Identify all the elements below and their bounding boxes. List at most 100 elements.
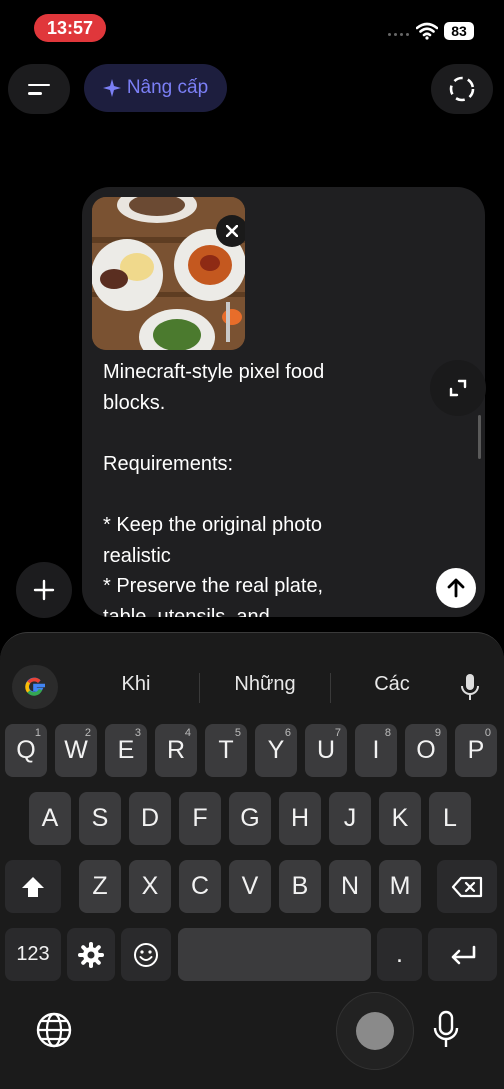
key-r[interactable]: R4 <box>155 724 197 777</box>
key-label: P <box>467 736 485 764</box>
key-label: U <box>316 736 336 764</box>
key-hint: 5 <box>234 727 241 739</box>
key-n[interactable]: N <box>329 860 371 913</box>
google-icon <box>25 677 45 696</box>
mic-icon[interactable] <box>458 673 482 703</box>
return-icon <box>451 945 475 964</box>
key-label: M <box>389 872 411 900</box>
shift-icon <box>22 876 44 897</box>
suggestion-1[interactable]: Khi <box>76 673 196 696</box>
key-t[interactable]: T5 <box>205 724 247 777</box>
key-p[interactable]: P0 <box>455 724 497 777</box>
sparkle-icon <box>102 79 121 97</box>
key-label: V <box>241 872 259 900</box>
key-l[interactable]: L <box>429 792 471 845</box>
key-label: H <box>290 804 310 832</box>
suggestion-divider <box>330 673 331 703</box>
cellular-dots <box>388 33 409 36</box>
composer-card[interactable]: Minecraft-style pixel food blocks. Requi… <box>82 187 485 617</box>
key-label: L <box>443 804 457 832</box>
key-label: F <box>192 804 208 832</box>
backspace-key[interactable] <box>437 860 497 913</box>
space-key[interactable] <box>178 928 371 981</box>
expand-composer-button[interactable] <box>430 360 486 416</box>
emoji-key[interactable] <box>121 928 171 981</box>
key-label: Q <box>16 736 36 764</box>
suggestion-bar: Khi Những Các <box>0 633 504 719</box>
key-i[interactable]: I8 <box>355 724 397 777</box>
settings-key[interactable] <box>67 928 115 981</box>
key-label: J <box>343 804 357 832</box>
shift-key[interactable] <box>5 860 61 913</box>
key-label: I <box>372 736 380 764</box>
key-hint: 7 <box>334 727 341 739</box>
key-a[interactable]: A <box>29 792 71 845</box>
prompt-input[interactable]: Minecraft-style pixel food blocks. Requi… <box>103 357 403 617</box>
key-label: D <box>140 804 160 832</box>
gear-icon <box>78 941 104 968</box>
emoji-icon <box>134 942 158 967</box>
temporary-chat-button[interactable] <box>431 64 493 114</box>
key-y[interactable]: Y6 <box>255 724 297 777</box>
wifi-icon <box>416 22 438 40</box>
assistant-button[interactable] <box>336 992 414 1070</box>
key-k[interactable]: K <box>379 792 421 845</box>
key-x[interactable]: X <box>129 860 171 913</box>
key-label: Y <box>267 736 285 764</box>
remove-attachment-button[interactable] <box>216 215 245 247</box>
key-e[interactable]: E3 <box>105 724 147 777</box>
key-j[interactable]: J <box>329 792 371 845</box>
voice-input-icon[interactable] <box>432 1010 460 1050</box>
status-time: 13:57 <box>34 14 106 42</box>
close-icon <box>226 225 238 237</box>
numbers-key[interactable]: 123 <box>5 928 61 981</box>
key-hint: 6 <box>284 727 291 739</box>
suggestion-2[interactable]: Những <box>205 673 325 696</box>
key-label: Z <box>92 872 108 900</box>
expand-icon <box>449 379 467 397</box>
dashed-circle-icon <box>449 76 475 102</box>
arrow-up-icon <box>447 578 465 598</box>
period-key[interactable]: . <box>377 928 422 981</box>
key-u[interactable]: U7 <box>305 724 347 777</box>
key-hint: 0 <box>484 727 491 739</box>
key-f[interactable]: F <box>179 792 221 845</box>
send-button[interactable] <box>436 568 476 608</box>
key-hint: 8 <box>384 727 391 739</box>
menu-icon <box>28 83 50 86</box>
backspace-icon <box>451 876 483 897</box>
menu-button[interactable] <box>8 64 70 114</box>
composer-scrollbar[interactable] <box>478 415 481 459</box>
battery-indicator: 83 <box>444 22 474 40</box>
key-h[interactable]: H <box>279 792 321 845</box>
key-hint: 9 <box>434 727 441 739</box>
globe-icon[interactable] <box>34 1010 74 1050</box>
key-hint: 2 <box>84 727 91 739</box>
key-b[interactable]: B <box>279 860 321 913</box>
key-o[interactable]: O9 <box>405 724 447 777</box>
key-w[interactable]: W2 <box>55 724 97 777</box>
upgrade-label: Nâng cấp <box>126 77 209 98</box>
key-q[interactable]: Q1 <box>5 724 47 777</box>
key-hint: 1 <box>34 727 41 739</box>
key-z[interactable]: Z <box>79 860 121 913</box>
key-m[interactable]: M <box>379 860 421 913</box>
attachment-thumbnail[interactable] <box>92 197 245 350</box>
key-v[interactable]: V <box>229 860 271 913</box>
suggestion-3[interactable]: Các <box>332 673 452 696</box>
assistant-dot <box>356 1012 394 1050</box>
upgrade-button[interactable]: Nâng cấp <box>84 64 227 112</box>
google-logo-button[interactable] <box>12 665 58 709</box>
key-g[interactable]: G <box>229 792 271 845</box>
key-d[interactable]: D <box>129 792 171 845</box>
key-c[interactable]: C <box>179 860 221 913</box>
key-label: K <box>391 804 409 832</box>
suggestion-divider <box>199 673 200 703</box>
key-s[interactable]: S <box>79 792 121 845</box>
key-hint: 3 <box>134 727 141 739</box>
add-attachment-button[interactable] <box>16 562 72 618</box>
key-label: A <box>41 804 59 832</box>
enter-key[interactable] <box>428 928 497 981</box>
plus-icon <box>33 579 55 601</box>
key-hint: 4 <box>184 727 191 739</box>
